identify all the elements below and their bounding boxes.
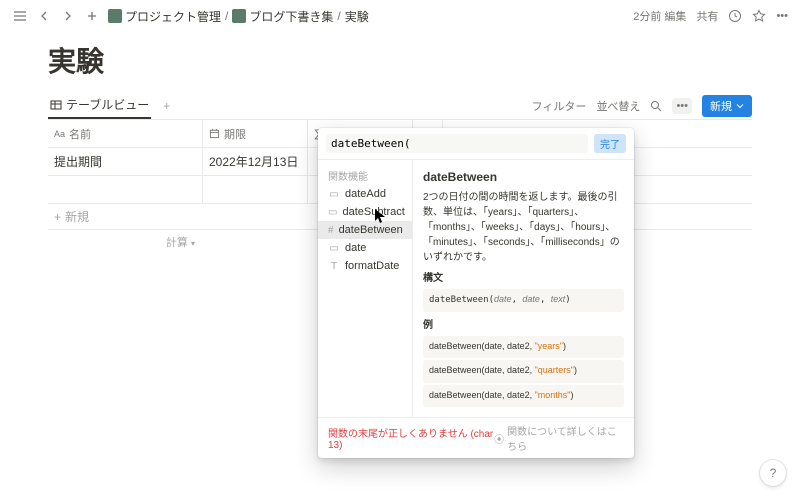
number-icon: # — [328, 224, 334, 236]
page-icon — [108, 9, 122, 23]
new-page-icon[interactable] — [84, 8, 100, 24]
example-code: dateBetween(date, date2, "quarters") — [423, 360, 624, 383]
formula-error: 関数の末尾が正しくありません (char 13) — [328, 425, 494, 451]
star-icon[interactable] — [752, 9, 766, 23]
last-edited: 2分前 編集 — [633, 8, 686, 24]
breadcrumb-item[interactable]: ブログ下書き集 — [232, 8, 333, 25]
example-code: dateBetween(date, date2, "years") — [423, 336, 624, 359]
view-more-button[interactable]: ••• — [672, 98, 692, 114]
fn-item[interactable]: TformatDate — [318, 257, 412, 275]
example-code: dateBetween(date, date2, "months") — [423, 385, 624, 408]
fn-item[interactable]: ▭dateSubtract — [318, 203, 412, 221]
table-icon — [50, 99, 62, 111]
breadcrumb-item[interactable]: プロジェクト管理 — [108, 8, 221, 25]
breadcrumb: プロジェクト管理 / ブログ下書き集 / 実験 — [108, 8, 369, 25]
add-view-button[interactable]: + — [159, 95, 174, 117]
doc-title: dateBetween — [423, 168, 624, 186]
function-list: 関数機能 ▭dateAdd ▭dateSubtract #dateBetween… — [318, 160, 413, 417]
column-header[interactable]: 期限 — [203, 120, 308, 147]
nav-forward-icon[interactable] — [60, 8, 76, 24]
calendar-icon — [209, 128, 220, 139]
new-button[interactable]: 新規 — [702, 95, 752, 117]
help-fab[interactable]: ? — [760, 460, 786, 486]
done-button[interactable]: 完了 — [594, 134, 626, 153]
fn-item-selected[interactable]: #dateBetween — [318, 221, 412, 239]
help-link[interactable]: ⦿関数について詳しくはこちら — [494, 423, 624, 453]
calendar-icon: ▭ — [328, 206, 337, 218]
more-icon[interactable]: ••• — [776, 10, 788, 22]
breadcrumb-item[interactable]: 実験 — [345, 8, 369, 25]
sort-button[interactable]: 並べ替え — [596, 98, 640, 114]
menu-icon[interactable] — [12, 8, 28, 24]
page-icon — [232, 9, 246, 23]
doc-description: 2つの日付の間の時間を返します。最後の引数、単位は、「years」、「quart… — [423, 190, 624, 265]
filter-button[interactable]: フィルター — [532, 98, 587, 114]
column-header[interactable]: Aa名前 — [48, 120, 203, 147]
calendar-icon: ▭ — [328, 188, 340, 200]
fn-item[interactable]: ▭date — [318, 239, 412, 257]
fn-item[interactable]: ▭dateAdd — [318, 185, 412, 203]
clock-icon[interactable] — [728, 9, 742, 23]
page-title[interactable]: 実験 — [48, 40, 752, 80]
calculate-button[interactable]: 計算 ▾ — [48, 234, 203, 250]
nav-back-icon[interactable] — [36, 8, 52, 24]
calendar-icon: ▭ — [328, 242, 340, 254]
formula-input[interactable] — [326, 134, 588, 153]
text-icon: T — [328, 260, 340, 272]
search-icon[interactable] — [650, 100, 662, 112]
function-doc: dateBetween 2つの日付の間の時間を返します。最後の引数、単位は、「y… — [413, 160, 634, 417]
formula-popup: 完了 関数機能 ▭dateAdd ▭dateSubtract #dateBetw… — [318, 128, 634, 458]
title-prop-icon: Aa — [54, 129, 65, 139]
tab-table-view[interactable]: テーブルビュー — [48, 92, 151, 119]
syntax-code: dateBetween(date, date, text) — [423, 289, 624, 312]
share-button[interactable]: 共有 — [696, 8, 718, 24]
chevron-down-icon — [736, 102, 744, 110]
